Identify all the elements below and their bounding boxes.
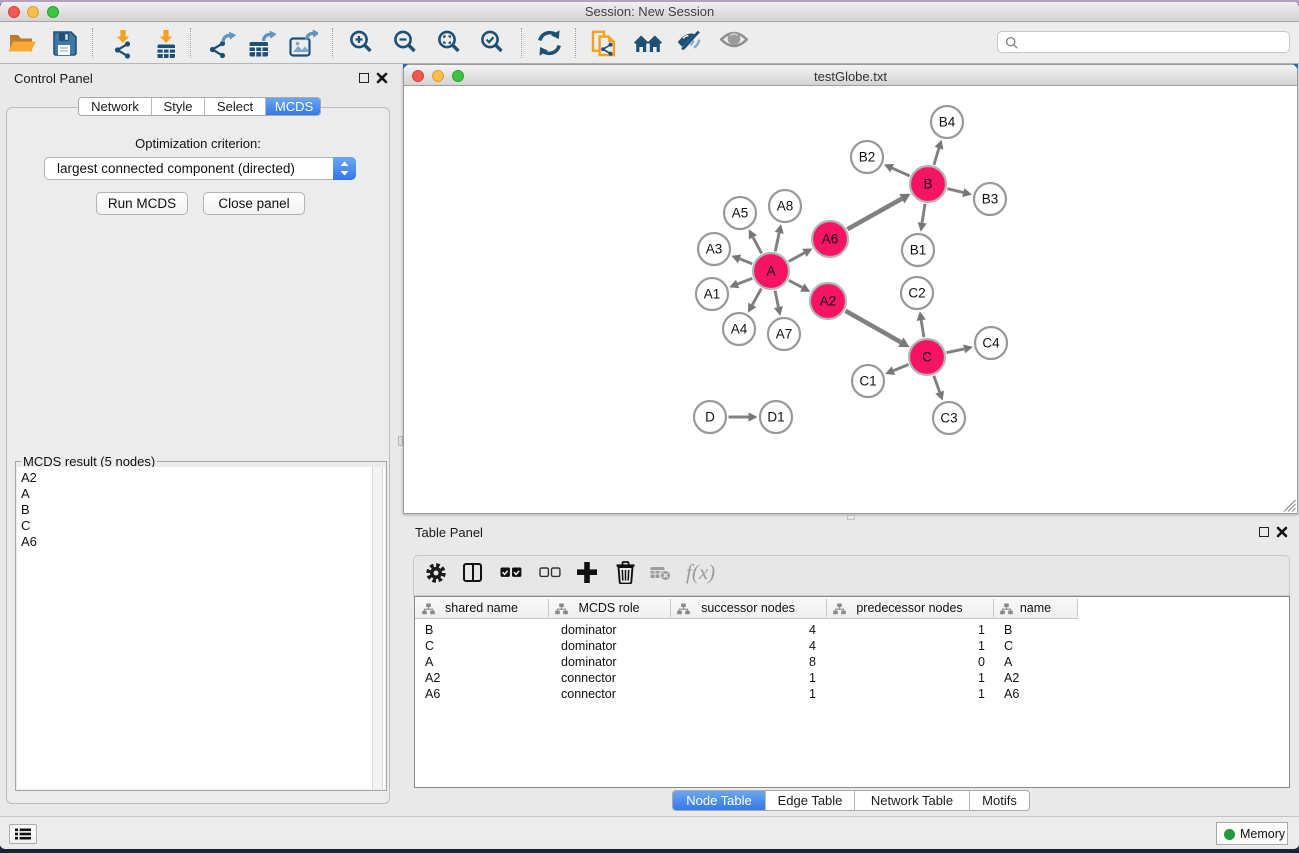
svg-text:A8: A8 [777, 199, 794, 214]
svg-text:A7: A7 [776, 327, 793, 342]
svg-text:C4: C4 [982, 336, 1000, 351]
svg-text:B1: B1 [910, 243, 927, 258]
svg-text:B4: B4 [939, 115, 956, 130]
svg-text:A: A [766, 264, 775, 279]
svg-text:B2: B2 [859, 150, 876, 165]
svg-text:C1: C1 [859, 374, 876, 389]
svg-text:A1: A1 [704, 287, 721, 302]
svg-text:A3: A3 [706, 242, 723, 257]
svg-text:C2: C2 [908, 286, 925, 301]
svg-text:B: B [923, 177, 932, 192]
svg-text:A6: A6 [822, 232, 839, 247]
svg-text:C: C [922, 350, 932, 365]
svg-text:B3: B3 [982, 192, 999, 207]
svg-text:A4: A4 [731, 322, 748, 337]
svg-text:A2: A2 [820, 294, 837, 309]
svg-text:A5: A5 [732, 206, 749, 221]
svg-text:D1: D1 [767, 410, 784, 425]
svg-text:D: D [705, 410, 715, 425]
svg-text:C3: C3 [940, 411, 957, 426]
